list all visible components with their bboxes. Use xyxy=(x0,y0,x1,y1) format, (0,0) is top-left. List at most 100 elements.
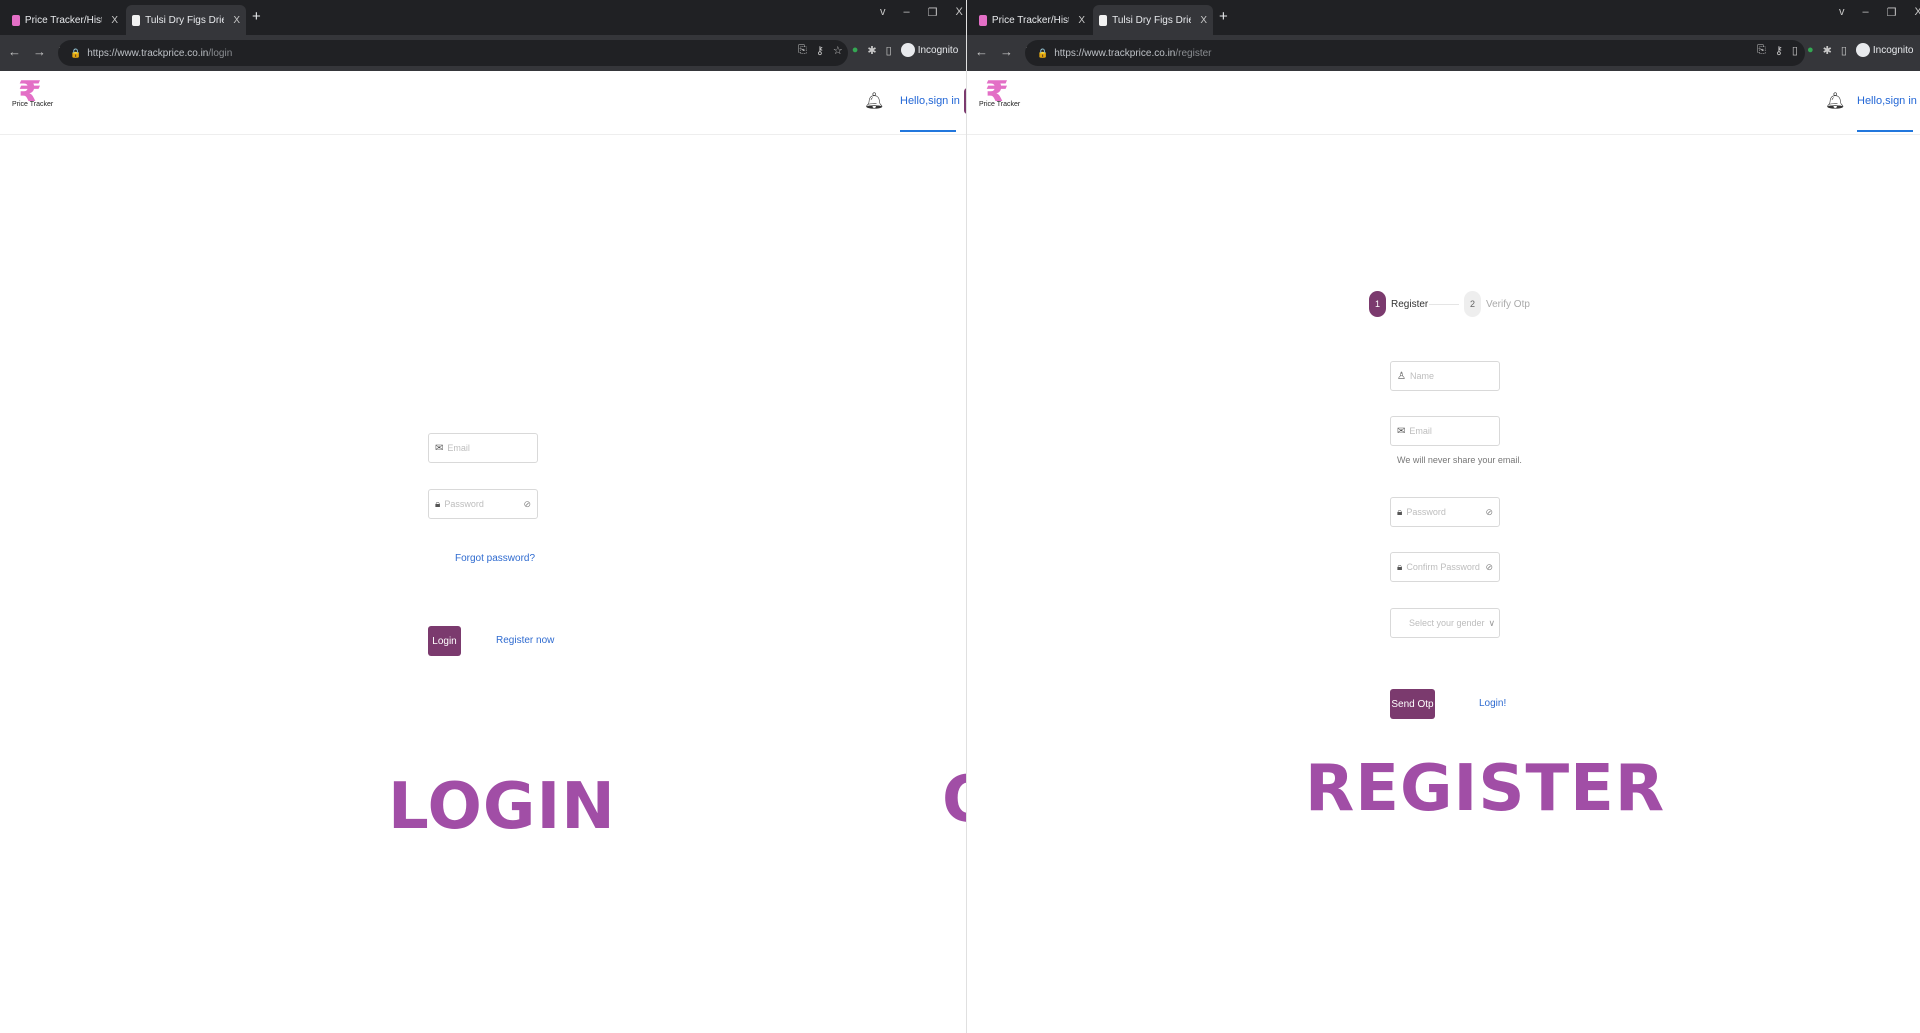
confirm-password-field[interactable]: 🔒︎ ⊘ xyxy=(1390,552,1500,582)
key-icon[interactable]: ⚷ xyxy=(1775,44,1783,57)
name-field[interactable]: ♙ xyxy=(1390,361,1500,391)
new-tab-button[interactable]: + xyxy=(1219,8,1228,25)
close-window-button[interactable]: X xyxy=(956,6,963,19)
tab-search-icon[interactable]: v xyxy=(880,6,886,19)
url-host: https://www.trackprice.co.in xyxy=(1054,47,1176,59)
login-window: Price Tracker/History for Amazon X Tulsi… xyxy=(0,0,966,1033)
url-path: /login xyxy=(208,47,233,59)
incognito-icon xyxy=(1855,43,1870,57)
tab-title: Price Tracker/History for Amazon xyxy=(24,14,102,26)
user-icon: ♙ xyxy=(1397,370,1406,382)
or-caption: OR xyxy=(942,763,966,837)
register-window: Price Tracker/History for Amazon X Tulsi… xyxy=(966,0,1920,1033)
tab-price-tracker[interactable]: Price Tracker/History for Amazon X xyxy=(973,5,1091,35)
tab-close-icon[interactable]: X xyxy=(1078,15,1085,26)
incognito-badge[interactable]: Incognito xyxy=(1855,43,1913,57)
email-field[interactable]: ✉ xyxy=(1390,416,1500,446)
tab-product[interactable]: Tulsi Dry Figs Dried Anjeer Zaki X xyxy=(126,5,246,35)
minimize-button[interactable]: – xyxy=(1863,6,1869,19)
tab-favicon xyxy=(979,14,987,26)
extension-green-icon[interactable]: ● xyxy=(1807,44,1814,56)
new-tab-button[interactable]: + xyxy=(252,8,261,25)
minimize-button[interactable]: – xyxy=(904,6,910,19)
tab-close-icon[interactable]: X xyxy=(233,15,240,26)
email-icon: ✉ xyxy=(1397,425,1406,437)
address-bar[interactable]: 🔒 https://www.trackprice.co.in/login xyxy=(58,40,848,66)
eye-slash-icon[interactable]: ⊘ xyxy=(1485,562,1493,573)
step-number: 1 xyxy=(1369,291,1386,317)
password-field[interactable]: 🔒︎ ⊘ xyxy=(1390,497,1500,527)
eye-slash-icon[interactable]: ⊘ xyxy=(523,499,531,510)
tab-strip: Price Tracker/History for Amazon X Tulsi… xyxy=(967,0,1920,35)
sign-in-button[interactable]: Hello,sign in ♀ xyxy=(900,88,966,132)
bell-icon[interactable]: 🔔︎ xyxy=(864,91,884,111)
back-arrow-icon[interactable]: ← xyxy=(8,44,21,60)
toolbar-icons: ⎘ ⚷ ▯ ● ✱ ▯ Incognito ⋮ xyxy=(1757,43,1920,57)
hello-sign-in-label: Hello,sign in xyxy=(1857,95,1917,107)
lock-icon: 🔒 xyxy=(1037,47,1049,58)
gender-select-value: Select your gender xyxy=(1408,618,1485,628)
app-header: ₹ Price Tracker 🔔︎ Hello,sign in ♀ xyxy=(0,71,966,135)
restore-button[interactable]: ❐ xyxy=(1887,6,1897,19)
email-field[interactable]: ✉ xyxy=(428,433,538,463)
forward-arrow-icon[interactable]: → xyxy=(1000,44,1013,60)
incognito-badge[interactable]: Incognito xyxy=(900,43,959,57)
sidepanel-icon[interactable]: ▯ xyxy=(1792,44,1798,57)
lock-icon: 🔒︎ xyxy=(1397,506,1403,518)
email-icon: ✉ xyxy=(435,442,444,454)
password-input[interactable] xyxy=(1406,507,1482,517)
login-link[interactable]: Login! xyxy=(1479,698,1506,709)
back-arrow-icon[interactable]: ← xyxy=(975,44,988,60)
login-button[interactable]: Login xyxy=(428,626,461,656)
extension-green-icon[interactable]: ● xyxy=(852,44,859,56)
puzzle-icon[interactable]: ✱ xyxy=(1823,44,1832,57)
register-now-link[interactable]: Register now xyxy=(496,635,554,646)
brand-name: Price Tracker xyxy=(12,101,54,108)
lock-icon: 🔒 xyxy=(70,47,82,58)
url-host: https://www.trackprice.co.in xyxy=(87,47,209,59)
forward-arrow-icon[interactable]: → xyxy=(33,44,46,60)
login-caption: LOGIN xyxy=(388,770,616,844)
forgot-password-link[interactable]: Forgot password? xyxy=(455,553,535,564)
step-verify-otp: 2 Verify Otp xyxy=(1464,291,1530,317)
sidepanel-icon[interactable]: ▯ xyxy=(886,44,892,57)
tab-close-icon[interactable]: X xyxy=(1200,15,1207,26)
email-input[interactable] xyxy=(1409,426,1493,436)
restore-button[interactable]: ❐ xyxy=(928,6,938,19)
password-field[interactable]: 🔒︎ ⊘ xyxy=(428,489,538,519)
tab-price-tracker[interactable]: Price Tracker/History for Amazon X xyxy=(6,5,124,35)
hello-sign-in-label: Hello,sign in xyxy=(900,95,960,107)
sidepanel-icon[interactable]: ▯ xyxy=(1841,44,1847,57)
gender-select[interactable]: Select your gender ∨ xyxy=(1390,608,1500,638)
window-controls: v – ❐ X xyxy=(1839,6,1920,19)
tab-search-icon[interactable]: v xyxy=(1839,6,1845,19)
send-otp-button[interactable]: Send Otp xyxy=(1390,689,1435,719)
eye-slash-icon[interactable]: ⊘ xyxy=(1485,507,1493,518)
share-icon[interactable]: ⎘ xyxy=(798,44,807,57)
puzzle-icon[interactable]: ✱ xyxy=(867,44,876,57)
site-logo[interactable]: ₹ Price Tracker xyxy=(12,77,54,131)
tab-product[interactable]: Tulsi Dry Figs Dried Anjeer Zaki X xyxy=(1093,5,1213,35)
share-icon[interactable]: ⎘ xyxy=(1757,44,1766,57)
address-bar[interactable]: 🔒 https://www.trackprice.co.in/register xyxy=(1025,40,1805,66)
url-path: /register xyxy=(1175,47,1212,59)
site-logo[interactable]: ₹ Price Tracker xyxy=(979,77,1021,131)
star-icon[interactable]: ☆ xyxy=(833,44,843,57)
email-input[interactable] xyxy=(447,443,531,453)
key-icon[interactable]: ⚷ xyxy=(816,44,824,57)
password-input[interactable] xyxy=(444,499,520,509)
step-connector xyxy=(1429,304,1459,305)
step-label: Verify Otp xyxy=(1486,298,1530,310)
tab-strip: Price Tracker/History for Amazon X Tulsi… xyxy=(0,0,966,35)
incognito-icon xyxy=(900,43,915,57)
sign-in-button[interactable]: Hello,sign in ♀ xyxy=(1857,88,1917,132)
tab-favicon xyxy=(1099,14,1108,26)
bell-icon[interactable]: 🔔︎ xyxy=(1825,91,1845,111)
confirm-password-input[interactable] xyxy=(1406,562,1482,572)
email-help-text: We will never share your email. xyxy=(1397,455,1522,465)
close-window-button[interactable]: X xyxy=(1915,6,1920,19)
incognito-label: Incognito xyxy=(917,44,959,56)
name-input[interactable] xyxy=(1409,371,1493,381)
tab-close-icon[interactable]: X xyxy=(111,15,118,26)
tab-title: Price Tracker/History for Amazon xyxy=(991,14,1069,26)
